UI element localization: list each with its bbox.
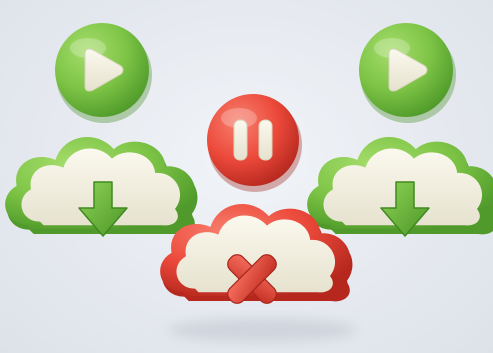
pause-button[interactable] <box>207 94 302 192</box>
cloud-download-left[interactable] <box>5 137 198 237</box>
play-button-right[interactable] <box>359 23 456 123</box>
cloud-download-icon <box>5 137 198 237</box>
illustration-canvas <box>0 0 493 353</box>
cloud-download-right[interactable] <box>307 137 493 237</box>
ground-shadow <box>167 318 357 342</box>
cloud-download-icon <box>307 137 493 237</box>
icons-scene <box>5 23 493 342</box>
play-button-left[interactable] <box>55 23 152 123</box>
